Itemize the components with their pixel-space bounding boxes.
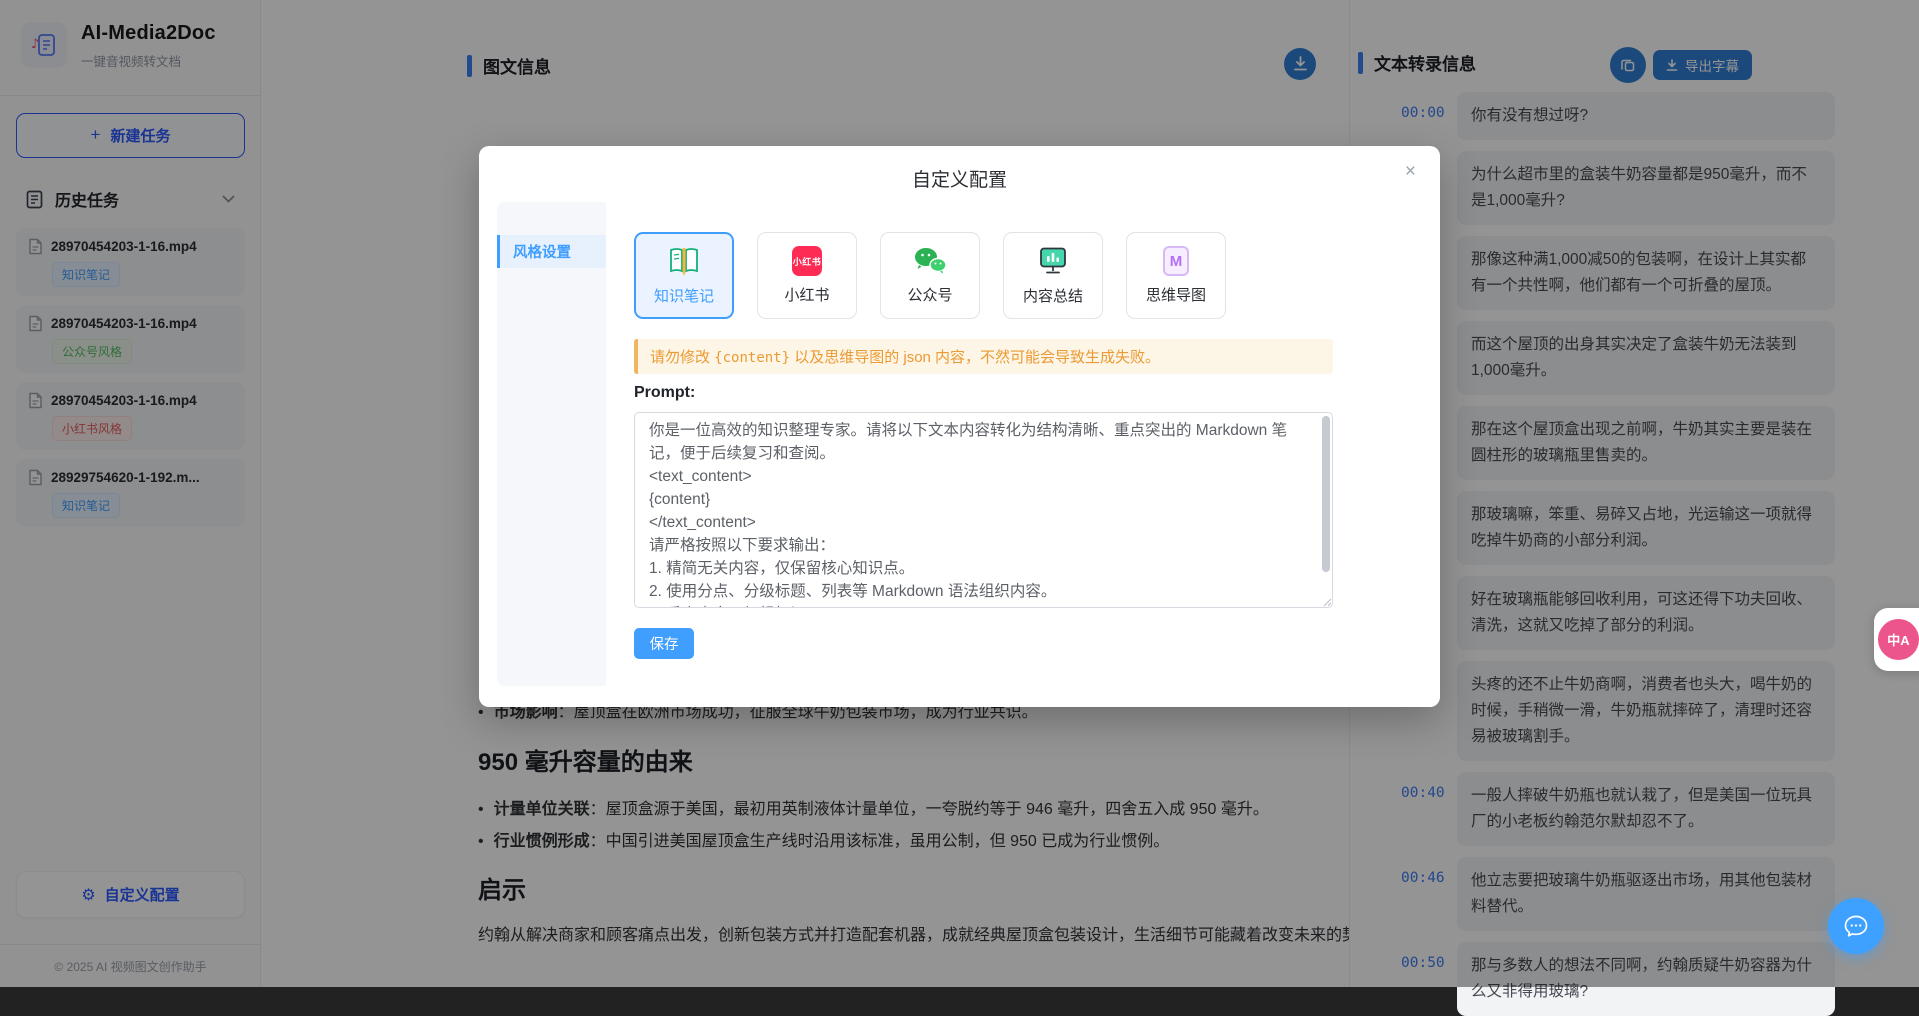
style-card-content-summary[interactable]: 内容总结: [1003, 232, 1103, 319]
textarea-scrollbar-thumb[interactable]: [1322, 416, 1330, 572]
prompt-textarea[interactable]: 你是一位高效的知识整理专家。请将以下文本内容转化为结构清晰、重点突出的 Mark…: [634, 412, 1333, 608]
style-card-label: 小红书: [784, 284, 829, 305]
style-card-xiaohongshu[interactable]: 小红书 小红书: [757, 232, 857, 319]
notebook-icon: [667, 245, 701, 277]
modal-nav-rail: 风格设置: [497, 202, 606, 686]
custom-config-modal: 自定义配置 × 风格设置 知识笔记 小红书 小红书: [479, 146, 1440, 707]
modal-title: 自定义配置: [479, 165, 1440, 192]
prompt-label: Prompt:: [634, 384, 695, 402]
chat-fab[interactable]: [1828, 898, 1884, 954]
close-icon[interactable]: ×: [1401, 158, 1420, 185]
summary-board-icon: [1036, 245, 1070, 277]
textarea-resize-handle[interactable]: [1322, 597, 1332, 607]
style-card-row: 知识笔记 小红书 小红书 公众号: [634, 232, 1226, 319]
style-card-label: 思维导图: [1146, 284, 1206, 305]
xiaohongshu-icon: 小红书: [792, 246, 822, 276]
translate-fab[interactable]: 中A: [1874, 608, 1919, 671]
warning-code: {content}: [714, 350, 790, 366]
translate-icon: 中A: [1878, 619, 1919, 660]
mindmap-icon: M: [1163, 246, 1189, 276]
style-card-knowledge-notes[interactable]: 知识笔记: [634, 232, 734, 319]
style-card-label: 知识笔记: [654, 285, 714, 306]
style-card-mindmap[interactable]: M 思维导图: [1126, 232, 1226, 319]
wechat-icon: [913, 246, 947, 276]
style-card-wechat-official[interactable]: 公众号: [880, 232, 980, 319]
warning-post: 以及思维导图的 json 内容，不然可能会导致生成失败。: [790, 349, 1160, 366]
prompt-textarea-wrap: 你是一位高效的知识整理专家。请将以下文本内容转化为结构清晰、重点突出的 Mark…: [634, 412, 1333, 608]
chat-bubble-icon: [1843, 914, 1869, 938]
warning-pre: 请勿修改: [650, 349, 714, 366]
warning-alert: 请勿修改 {content} 以及思维导图的 json 内容，不然可能会导致生成…: [634, 339, 1333, 374]
save-button[interactable]: 保存: [634, 628, 694, 659]
tab-style-settings[interactable]: 风格设置: [497, 235, 606, 268]
style-card-label: 公众号: [907, 284, 952, 305]
style-card-label: 内容总结: [1023, 285, 1083, 306]
